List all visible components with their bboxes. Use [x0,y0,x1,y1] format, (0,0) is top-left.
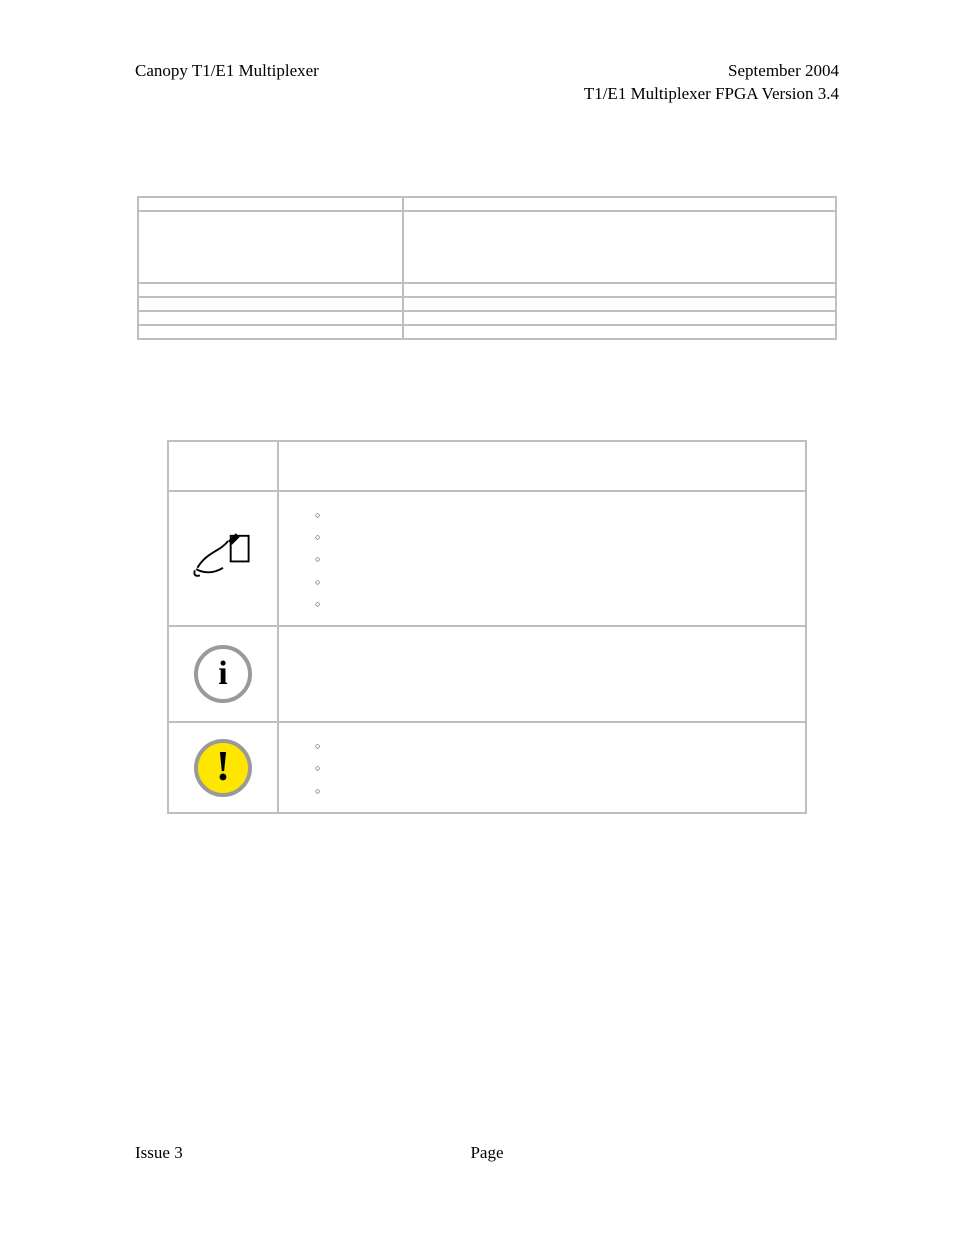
table-row [138,325,836,339]
page-footer: Issue 3 Page [135,1142,839,1165]
table-row: i [168,626,806,722]
admonition-desc [278,626,806,722]
list-item [315,550,795,570]
admonition-table: i ! [167,440,807,814]
icon-cell: i [168,626,278,722]
table-row [138,283,836,297]
list-item [315,759,795,779]
page: Canopy T1/E1 Multiplexer September 2004 … [0,0,954,1235]
spec-cell [403,197,836,211]
header-left: Canopy T1/E1 Multiplexer [135,60,319,83]
spec-cell [403,297,836,311]
list-item [315,782,795,802]
table-row [138,197,836,211]
header-right: September 2004 T1/E1 Multiplexer FPGA Ve… [584,60,839,106]
table-row [138,311,836,325]
footer-left: Issue 3 [135,1142,183,1165]
icon-cell: ! [168,722,278,813]
note-icon [191,566,255,585]
table-row: ! [168,722,806,813]
admonition-header-desc [278,441,806,491]
spec-cell [138,197,403,211]
admonition-header-icon [168,441,278,491]
icon-cell [168,491,278,626]
admonition-desc [278,722,806,813]
list-item [315,573,795,593]
list-item [315,506,795,526]
spec-cell [138,297,403,311]
spec-cell [138,211,403,283]
footer-mid: Page [470,1142,503,1165]
spec-cell [403,311,836,325]
table-header-row [168,441,806,491]
list-item [315,737,795,757]
header-right-line2: T1/E1 Multiplexer FPGA Version 3.4 [584,83,839,106]
spec-cell [138,311,403,325]
bullet-list [289,737,795,802]
info-icon: i [194,645,252,703]
page-header: Canopy T1/E1 Multiplexer September 2004 … [135,60,839,106]
spec-cell [403,283,836,297]
spec-table [137,196,837,340]
header-right-line1: September 2004 [584,60,839,83]
table-row [138,297,836,311]
table-row [138,211,836,283]
table-row [168,491,806,626]
admonition-desc [278,491,806,626]
spec-cell [138,283,403,297]
list-item [315,595,795,615]
spec-cell [138,325,403,339]
warn-icon: ! [194,739,252,797]
bullet-list [289,506,795,615]
list-item [315,528,795,548]
spec-cell [403,325,836,339]
spec-cell [403,211,836,283]
